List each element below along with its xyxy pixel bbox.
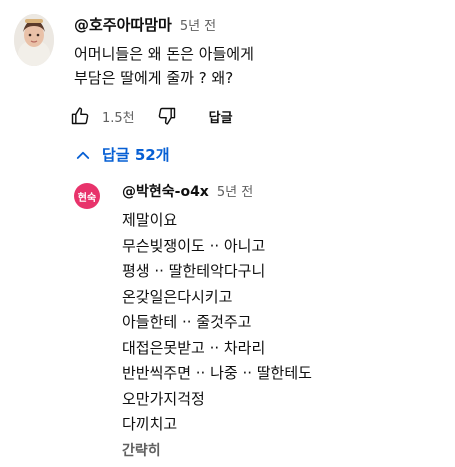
reply-line: 평생 ·· 딸한테악다구니 <box>122 262 266 280</box>
dislike-button[interactable] <box>153 102 181 130</box>
comment-line: 부담은 딸에게 줄까 ? 왜? <box>74 69 234 87</box>
reply-button[interactable]: 답글 <box>209 107 233 126</box>
reply-line: 오만가지걱정 <box>122 389 205 408</box>
comment-line: 어머니들은 왜 돈은 아들에게 <box>74 45 254 63</box>
replies-toggle-button[interactable]: 답글 52개 <box>74 144 170 165</box>
reply-avatar[interactable]: 현숙 <box>74 183 100 209</box>
reply-avatar-initials: 현숙 <box>77 192 97 204</box>
comment-timestamp[interactable]: 5년 전 <box>180 15 216 34</box>
reply-body: 제말이요 무슨빚쟁이도 ·· 아니고 평생 ·· 딸한테악다구니 온갖일은다시키… <box>122 208 312 438</box>
reply-line: 다끼치고 <box>122 415 178 433</box>
avatar[interactable] <box>14 14 54 66</box>
thumbs-up-icon <box>71 107 89 125</box>
reply-line: 반반씩주면 ·· 나중 ·· 딸한테도 <box>122 364 312 382</box>
thumbs-down-icon <box>158 107 175 125</box>
avatar-photo <box>14 14 54 66</box>
reply-timestamp[interactable]: 5년 전 <box>217 181 253 200</box>
replies-count-label: 답글 52개 <box>102 146 170 164</box>
show-less-button[interactable]: 간략히 <box>122 440 161 460</box>
reply-line: 무슨빚쟁이도 ·· 아니고 <box>122 236 266 255</box>
comment-author[interactable]: @호주아따맘마 <box>74 14 172 35</box>
reply-line: 온갖일은다시키고 <box>122 287 233 306</box>
like-button[interactable] <box>66 102 94 130</box>
reply-line: 제말이요 <box>122 211 178 229</box>
reply-line: 아들한테 ·· 줄것주고 <box>122 313 252 331</box>
chevron-up-icon <box>76 151 90 159</box>
like-count: 1.5천 <box>102 110 135 126</box>
reply-line: 대접은못받고 ·· 차라리 <box>122 338 266 357</box>
comment-actions: 1.5천 답글 <box>66 102 233 130</box>
reply-author[interactable]: @박현숙-o4x <box>122 181 209 201</box>
comment-header: @호주아따맘마 5년 전 <box>74 14 216 35</box>
reply-header: @박현숙-o4x 5년 전 <box>122 181 253 201</box>
comment-body: 어머니들은 왜 돈은 아들에게 부담은 딸에게 줄까 ? 왜? <box>74 42 254 90</box>
